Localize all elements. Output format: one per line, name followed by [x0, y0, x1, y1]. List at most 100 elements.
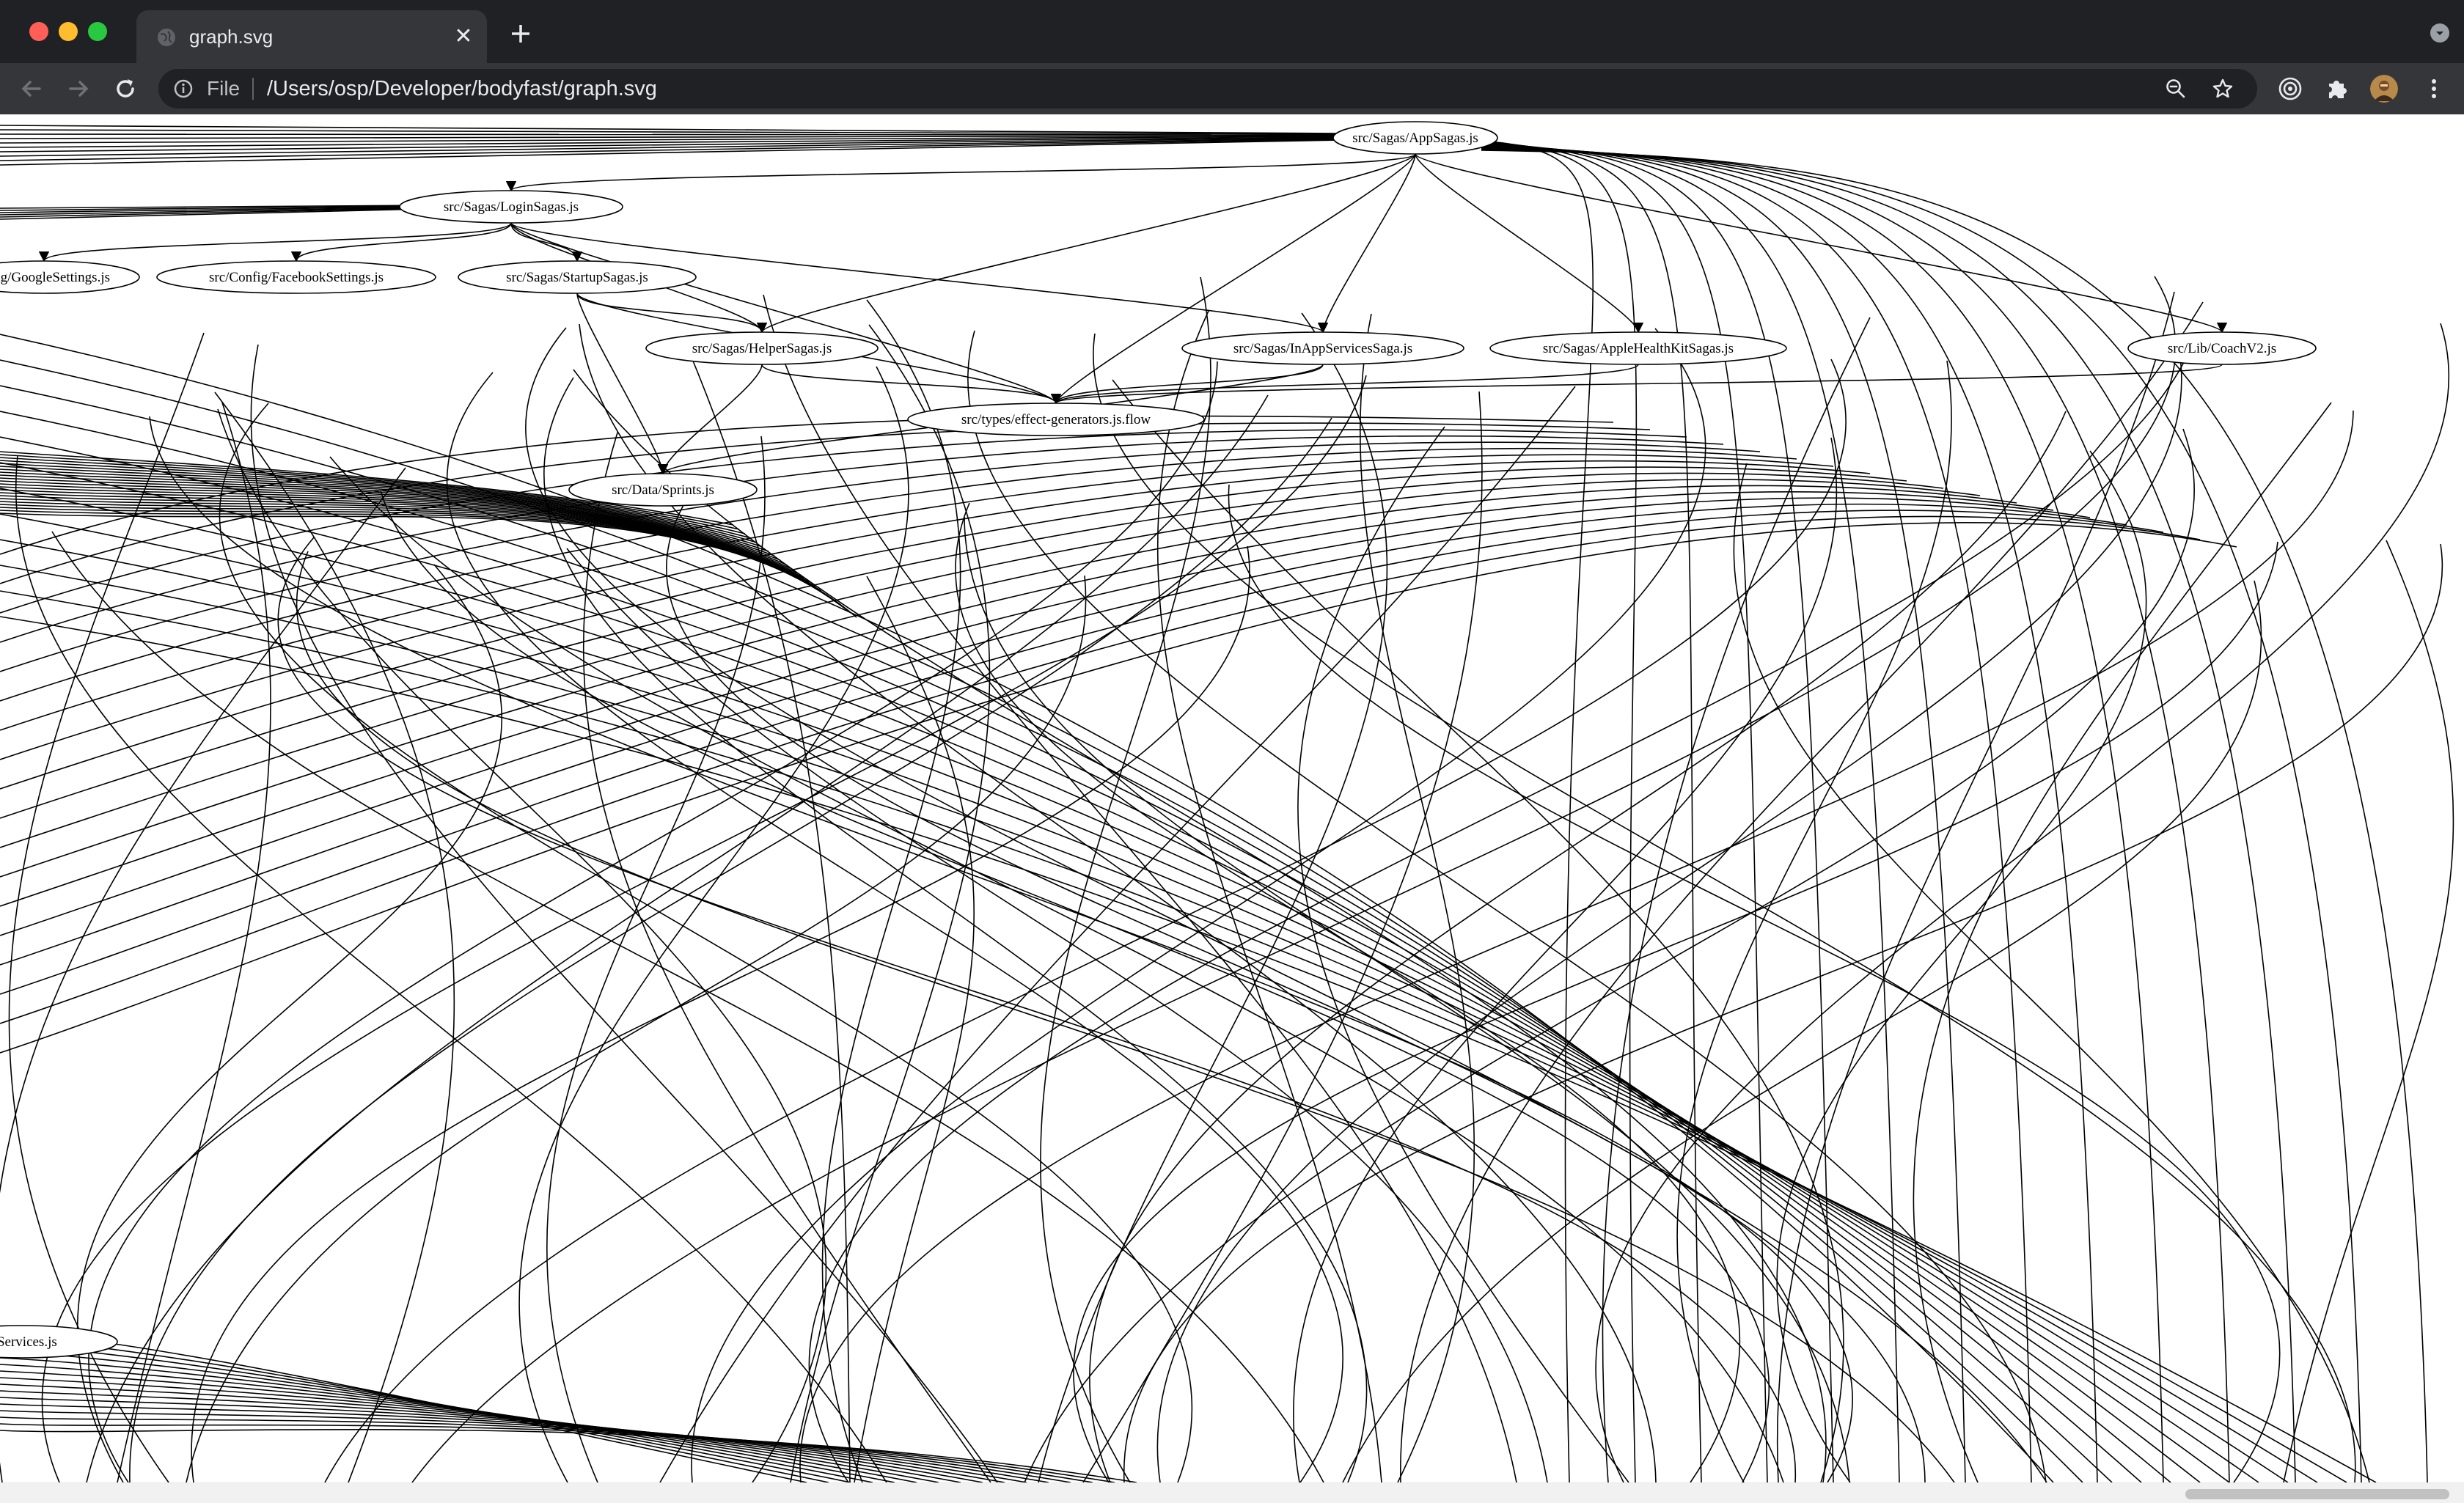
graph-node: src/Sagas/HelperSagas.js — [645, 331, 879, 365]
reload-icon[interactable] — [110, 73, 141, 104]
graph-edge — [0, 1403, 1049, 1482]
graph-edge — [1051, 364, 2223, 405]
graph-edge — [790, 324, 991, 1482]
graph-edge — [380, 490, 1770, 1482]
close-tab-icon[interactable]: ✕ — [453, 26, 474, 48]
graph-node-label: src/types/effect-generators.js.flow — [961, 412, 1151, 427]
graph-node: src/Sagas/InAppServicesSaga.js — [1181, 331, 1464, 365]
graph-edge — [0, 497, 2091, 936]
graph-edge — [0, 1370, 939, 1482]
graph-edge — [2283, 540, 2454, 1482]
graph-edge — [1913, 402, 2332, 1482]
graph-edge — [191, 545, 1250, 1482]
graph-edge — [149, 416, 1853, 1482]
graph-edge — [808, 351, 2190, 1482]
graph-edge — [1317, 153, 1416, 334]
extensions-puzzle-icon[interactable] — [2323, 75, 2351, 103]
zoom-icon[interactable] — [2165, 78, 2187, 100]
graph-edge — [0, 359, 2083, 1482]
graph-node: src/Lib/CoachV2.js — [2127, 331, 2317, 365]
address-separator — [252, 78, 254, 100]
svg-viewport[interactable]: src/Sagas/AppSagas.js src/Sagas/LoginSaga… — [0, 114, 2464, 1503]
dependency-graph: src/Sagas/AppSagas.js src/Sagas/LoginSaga… — [0, 121, 2454, 1482]
graph-edge — [1051, 153, 1416, 405]
graph-edge — [217, 408, 827, 1482]
info-icon[interactable] — [173, 78, 194, 99]
graph-edge — [296, 551, 1955, 1482]
graph-edge — [583, 432, 991, 1482]
graph-edge — [1415, 153, 1644, 334]
graph-edge — [1024, 428, 2196, 1482]
graph-edge — [1051, 364, 1639, 405]
back-icon[interactable] — [16, 73, 47, 104]
graph-node-label: src/Lib/CoachV2.js — [2168, 341, 2276, 356]
graph-edge — [186, 575, 1087, 1482]
more-options-icon[interactable] — [2420, 75, 2448, 103]
graph-edge — [0, 435, 1724, 643]
graph-edge — [657, 364, 763, 475]
close-window-button[interactable] — [29, 22, 48, 41]
graph-node-label: src/Sagas/StartupSagas.js — [506, 270, 648, 285]
browser-window: graph.svg ✕ File /Users/osp/Developer/bo… — [0, 0, 2464, 1503]
graph-edge — [219, 403, 1193, 1482]
graph-node-label: src/Sagas/AppSagas.js — [1352, 131, 1478, 146]
graph-edge — [659, 386, 1576, 1482]
profile-avatar[interactable] — [2370, 75, 2398, 103]
tab-strip: graph.svg ✕ — [0, 0, 2464, 63]
graph-edge — [763, 294, 1517, 1482]
graph-node: onfig/GoogleSettings.js — [0, 260, 140, 294]
graph-edge — [0, 138, 1343, 157]
graph-node-label: alServices.js — [0, 1334, 57, 1350]
minimize-window-button[interactable] — [59, 22, 78, 41]
graph-edge — [546, 436, 766, 1482]
graph-edge — [0, 460, 1871, 760]
url-text[interactable]: /Users/osp/Developer/bodyfast/graph.svg — [267, 76, 657, 101]
graph-edge — [0, 1390, 1005, 1482]
extension-target-icon[interactable] — [2276, 75, 2304, 103]
graph-node: src/Sagas/AppSagas.js — [1332, 121, 1498, 155]
graph-node: src/Data/Sprints.js — [568, 473, 758, 507]
graph-edge — [543, 377, 1368, 1482]
graph-edge — [0, 491, 2054, 907]
tab-title: graph.svg — [189, 26, 274, 48]
graph-edge — [129, 417, 1332, 1482]
browser-toolbar: File /Users/osp/Developer/bodyfast/graph… — [0, 63, 2464, 114]
graph-edge — [329, 456, 1784, 1482]
graph-edge — [799, 410, 2354, 1482]
graph-node: src/Sagas/AppleHealthKitSagas.js — [1489, 331, 1787, 365]
star-icon[interactable] — [2212, 78, 2234, 100]
graph-edge — [0, 1397, 1027, 1482]
tab-search-icon[interactable] — [2430, 23, 2449, 43]
graph-edge — [955, 502, 1741, 1482]
graph-edge — [0, 504, 840, 605]
graph-node-label: src/Sagas/HelperSagas.js — [692, 341, 832, 356]
graph-edge — [566, 548, 1548, 1482]
graph-edge — [510, 222, 1061, 405]
horizontal-scrollbar[interactable] — [0, 1482, 2464, 1503]
graph-edge — [0, 466, 1907, 790]
tab-graph-svg[interactable]: graph.svg ✕ — [136, 10, 487, 63]
graph-node-label: src/Sagas/InAppServicesSaga.js — [1233, 341, 1412, 356]
graph-edge — [0, 616, 2377, 1482]
maximize-window-button[interactable] — [88, 22, 107, 41]
graph-edge — [0, 1428, 1137, 1482]
graph-edge — [1595, 323, 2449, 1482]
globe-icon — [158, 29, 175, 46]
graph-node-label: src/Sagas/LoginSagas.js — [444, 199, 579, 215]
graph-node-label: src/Config/FacebookSettings.js — [209, 270, 384, 285]
graph-edge — [1415, 153, 2227, 334]
graph-edge — [86, 394, 1269, 1482]
graph-edge — [0, 139, 1343, 166]
scrollbar-thumb[interactable] — [2185, 1489, 2449, 1499]
new-tab-icon[interactable] — [506, 19, 535, 48]
graph-edge — [290, 222, 512, 262]
graph-edge — [0, 1364, 917, 1482]
graph-edge — [39, 222, 512, 262]
graph-edge — [757, 153, 1416, 334]
graph-node: src/Sagas/StartupSagas.js — [458, 260, 697, 294]
address-bar[interactable]: File /Users/osp/Developer/bodyfast/graph… — [158, 69, 2257, 109]
graph-node-label: src/Data/Sprints.js — [612, 482, 714, 498]
graph-edge — [0, 503, 2127, 966]
forward-icon[interactable] — [63, 73, 94, 104]
graph-node: src/Config/FacebookSettings.js — [156, 260, 436, 294]
